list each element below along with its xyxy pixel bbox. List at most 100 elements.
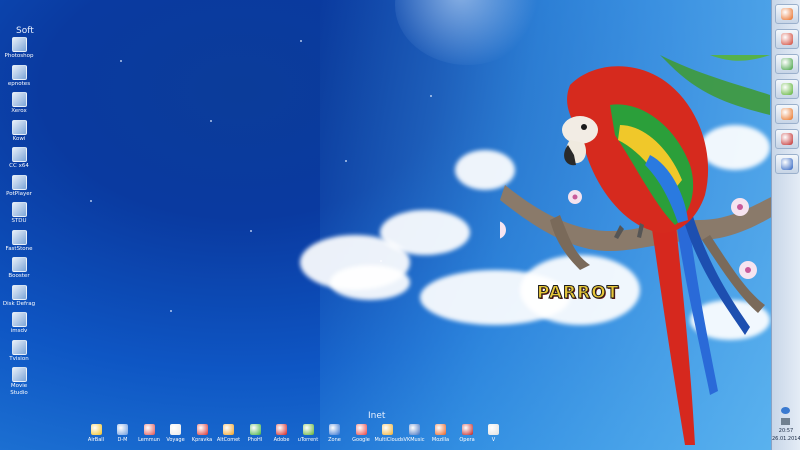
star — [430, 95, 432, 97]
dock-item[interactable]: VKMusic — [401, 424, 427, 443]
dock-item-icon — [117, 424, 128, 435]
taskbar-button[interactable] — [775, 29, 799, 49]
dock-item[interactable]: Lemmun — [136, 424, 162, 443]
dock-item-label: Google — [352, 437, 370, 443]
dock-item[interactable]: AltComet — [216, 424, 242, 443]
taskbar-button[interactable] — [775, 154, 799, 174]
desktop-icon-label: PotPlayer — [6, 190, 32, 197]
xerox-icon — [11, 92, 27, 107]
dock-item-label: Opera — [459, 437, 475, 443]
tvision-icon — [11, 339, 27, 355]
desktop-icon[interactable]: Xerox — [2, 92, 36, 115]
dock-item[interactable]: MultiClouds — [374, 424, 404, 443]
dock-item-icon — [461, 424, 473, 435]
dock-item-label: MultiClouds — [374, 437, 404, 443]
dock-item-icon — [302, 424, 314, 435]
dock-item-icon — [249, 424, 261, 435]
taskbar-button[interactable] — [775, 129, 799, 149]
utorrent-icon — [781, 83, 793, 95]
ccleaner-icon — [11, 147, 27, 162]
desktop-icon[interactable]: Kowi — [2, 119, 36, 143]
dock-item[interactable]: uTorrent — [295, 424, 321, 443]
photoshop-icon — [11, 37, 27, 52]
dock-item-label: uTorrent — [297, 437, 319, 443]
dock-item[interactable]: Google — [348, 424, 374, 443]
taskbar-button[interactable] — [775, 4, 799, 24]
volume-icon[interactable] — [781, 418, 790, 425]
parrot-illustration — [500, 55, 775, 445]
star — [90, 200, 92, 202]
dock-item-label: Voyage — [166, 437, 185, 443]
dock-item-icon — [143, 424, 155, 435]
download-icon — [781, 158, 793, 170]
desktop-icon-label: epnotes — [7, 80, 31, 87]
dock-item[interactable]: Voyage — [163, 424, 189, 443]
desktop-icon[interactable]: Photoshop — [2, 37, 36, 60]
desktop-icon[interactable]: STDU — [2, 202, 36, 225]
firefox-icon — [781, 8, 793, 20]
desktop-icon-label: imsdv — [10, 328, 28, 334]
dock-item-icon — [382, 424, 393, 435]
star — [210, 120, 212, 122]
desktop-wallpaper: PARROT — [0, 0, 800, 450]
desktop-icon-label: CC x64 — [9, 163, 29, 169]
file-manager-icon — [781, 58, 793, 70]
dock-item[interactable]: Zone — [322, 424, 348, 443]
desktop-icon[interactable]: CC x64 — [2, 147, 36, 170]
desktop-icon[interactable]: Booster — [2, 257, 36, 280]
dock-item-label: Lemmun — [138, 437, 160, 443]
network-icon[interactable] — [781, 407, 790, 414]
faststone-icon — [11, 229, 27, 245]
desktop-icon-label: Photoshop — [4, 53, 34, 59]
dock-item-label: Adobe — [273, 437, 290, 443]
desktop-icon[interactable]: FastStone — [2, 229, 36, 253]
desktop-icon-label: Tvision — [9, 355, 29, 362]
star — [345, 160, 347, 162]
dock-item-icon — [355, 424, 367, 435]
desktop-icon[interactable]: Disk Defrag — [2, 284, 36, 308]
dock-item[interactable]: AirBall — [83, 424, 109, 443]
mozilla-icon — [781, 108, 793, 120]
star — [300, 40, 302, 42]
dock-item-icon — [196, 424, 208, 435]
dock-item-label: AirBall — [87, 437, 105, 443]
dock-item-label: Kpravka — [191, 437, 213, 443]
desktop-icon-label: Disk Defrag — [2, 300, 36, 307]
desktop-icon[interactable]: Movie Studio — [2, 367, 36, 397]
desktop-icon-label: Booster — [8, 273, 30, 279]
dock-item[interactable]: Adobe — [269, 424, 295, 443]
star — [120, 60, 122, 62]
taskbar-button[interactable] — [775, 79, 799, 99]
potplayer-icon — [11, 174, 27, 190]
dock-item-icon — [488, 424, 499, 435]
dock-item[interactable]: D-M — [110, 424, 136, 443]
clock-time[interactable]: 20:57 — [772, 428, 800, 434]
dock-item[interactable]: Kpravka — [189, 424, 215, 443]
movie-studio-icon — [11, 367, 27, 382]
dock-item-icon — [170, 424, 181, 435]
kowi-icon — [11, 119, 27, 135]
desktop-icon-label: Xerox — [11, 108, 27, 114]
desktop-icon[interactable]: imsdv — [2, 312, 36, 335]
desktop-icon[interactable]: Tvision — [2, 339, 36, 363]
dock-item[interactable]: PhoHl — [242, 424, 268, 443]
dock-item[interactable]: V — [481, 424, 507, 443]
desktop-icon-label: STDU — [11, 218, 27, 224]
wallpaper-parrot-text: PARROT — [536, 283, 620, 304]
cloud — [330, 265, 410, 300]
text-editor-icon — [781, 33, 793, 45]
clock-date[interactable]: 26.01.2014 — [772, 436, 800, 442]
desktop-icon[interactable]: PotPlayer — [2, 174, 36, 198]
stdu-icon — [11, 202, 27, 217]
desktop-icon[interactable]: epnotes — [2, 64, 36, 88]
taskbar-button[interactable] — [775, 54, 799, 74]
dock-item-icon — [408, 424, 420, 435]
dock-item-label: PhoHl — [247, 437, 263, 443]
desktop-group-title: Soft — [16, 26, 34, 36]
dock-item[interactable]: Mozilla — [428, 424, 454, 443]
taskbar-button[interactable] — [775, 104, 799, 124]
dock-item-label: VKMusic — [403, 437, 425, 443]
dock-item-label: V — [491, 437, 496, 443]
dock-item[interactable]: Opera — [454, 424, 480, 443]
dock-item-label: Mozilla — [431, 437, 450, 443]
